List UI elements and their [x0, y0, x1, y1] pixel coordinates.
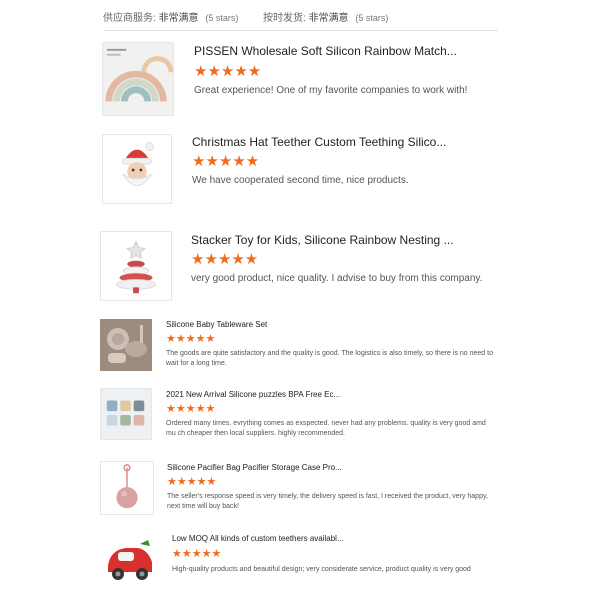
- rating-stars: ★★★★★: [167, 476, 217, 488]
- rating-stars: ★★★★★: [191, 251, 259, 268]
- review-comment: The seller's response speed is very time…: [167, 493, 488, 510]
- review-product-title[interactable]: 2021 New Arrival Silicone puzzles BPA Fr…: [166, 390, 340, 399]
- car-teether-thumbnail[interactable]: [100, 532, 158, 590]
- review-comment: The goods are quite satisfactory and the…: [166, 350, 493, 367]
- on-time-shipping-rating: 按时发货: 非常满意 (5 stars): [263, 9, 388, 24]
- review-item: PISSEN Wholesale Soft Silicon Rainbow Ma…: [102, 42, 502, 118]
- review-product-title[interactable]: Low MOQ All kinds of custom teethers ava…: [172, 534, 344, 543]
- review-item: Stacker Toy for Kids, Silicone Rainbow N…: [100, 231, 500, 303]
- review-item: Silicone Pacifier Bag Pacifier Storage C…: [100, 461, 500, 519]
- supplier-service-rating: 供应商服务: 非常满意 (5 stars): [103, 9, 238, 24]
- review-item: Christmas Hat Teether Custom Teething Si…: [102, 134, 502, 206]
- review-item: 2021 New Arrival Silicone puzzles BPA Fr…: [100, 388, 500, 446]
- supplier-service-count: (5 stars): [205, 13, 239, 23]
- pacifier-case-thumbnail[interactable]: [100, 461, 154, 515]
- rating-stars: ★★★★★: [166, 403, 216, 415]
- supplier-service-value: 非常满意: [158, 13, 199, 24]
- review-product-title[interactable]: Silicone Pacifier Bag Pacifier Storage C…: [167, 463, 342, 472]
- review-product-title[interactable]: Silicone Baby Tableware Set: [166, 320, 267, 329]
- review-comment: We have cooperated second time, nice pro…: [192, 175, 409, 186]
- rating-stars: ★★★★★: [192, 153, 260, 170]
- on-time-shipping-label: 按时发货:: [263, 13, 306, 24]
- review-item: Silicone Baby Tableware Set ★★★★★ The go…: [100, 319, 500, 377]
- rating-stars: ★★★★★: [172, 548, 222, 560]
- review-comment: High-quality products and beautiful desi…: [172, 566, 471, 573]
- supplier-service-label: 供应商服务:: [103, 13, 156, 24]
- christmas-tree-stacker-thumbnail[interactable]: [100, 231, 172, 301]
- review-comment: very good product, nice quality. I advis…: [191, 273, 483, 284]
- santa-teether-thumbnail[interactable]: [102, 134, 172, 204]
- review-product-title[interactable]: PISSEN Wholesale Soft Silicon Rainbow Ma…: [194, 44, 457, 58]
- tableware-set-thumbnail[interactable]: [100, 319, 152, 371]
- review-product-title[interactable]: Christmas Hat Teether Custom Teething Si…: [192, 135, 446, 149]
- rainbow-stacker-thumbnail[interactable]: [102, 42, 174, 116]
- review-product-title[interactable]: Stacker Toy for Kids, Silicone Rainbow N…: [191, 233, 454, 247]
- rating-stars: ★★★★★: [166, 333, 216, 345]
- review-comment: Great experience! One of my favorite com…: [194, 85, 468, 96]
- on-time-shipping-count: (5 stars): [355, 13, 389, 23]
- review-comment: Ordered many times. evrything comes as e…: [166, 420, 486, 437]
- on-time-shipping-value: 非常满意: [308, 13, 349, 24]
- review-item: Low MOQ All kinds of custom teethers ava…: [100, 532, 500, 592]
- silicone-puzzle-thumbnail[interactable]: [100, 388, 152, 440]
- rating-stars: ★★★★★: [194, 63, 262, 80]
- supplier-rating-header: 供应商服务: 非常满意 (5 stars) 按时发货: 非常满意 (5 star…: [103, 0, 498, 31]
